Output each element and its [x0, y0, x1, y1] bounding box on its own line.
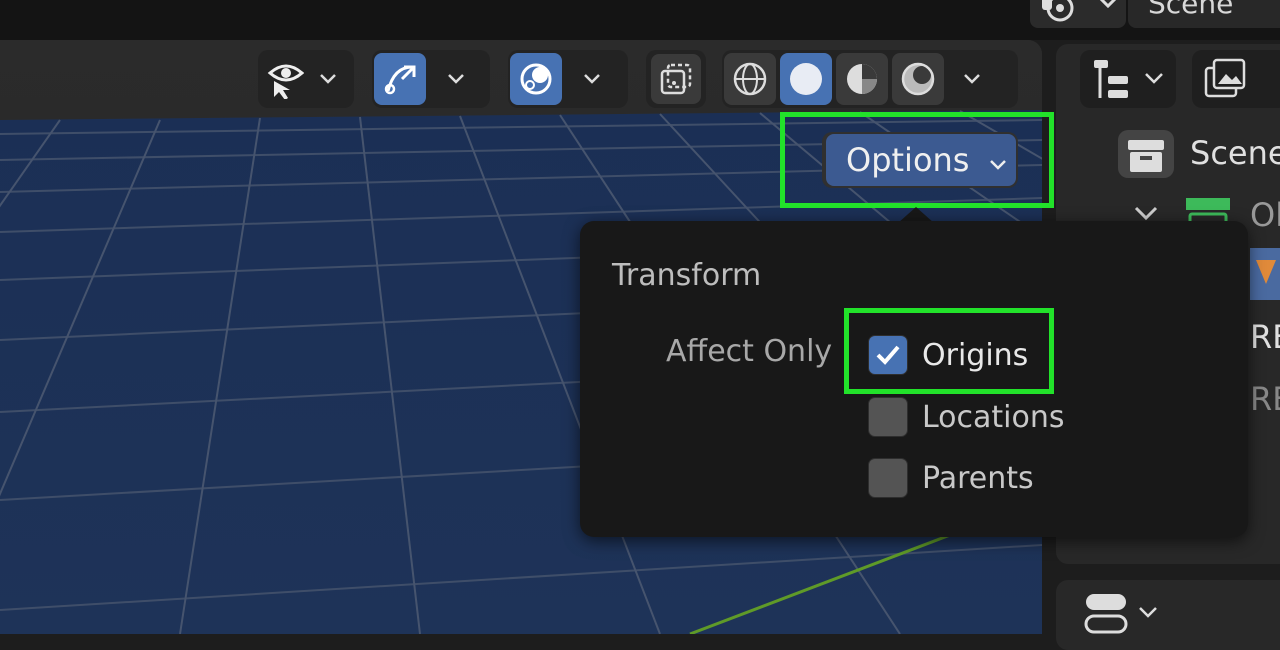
gizmo-icon[interactable]: [374, 53, 426, 105]
properties-editor-type-icon[interactable]: [1080, 588, 1176, 634]
shading-group[interactable]: [722, 50, 1018, 108]
outliner-filter[interactable]: [1192, 50, 1280, 108]
material-preview-icon[interactable]: [836, 53, 888, 105]
gizmo-group[interactable]: [372, 50, 490, 108]
image-stack-icon: [1204, 58, 1246, 98]
xray-toggle-icon[interactable]: [651, 54, 701, 104]
locations-label: Locations: [922, 399, 1065, 435]
solid-shading-icon[interactable]: [780, 53, 832, 105]
rendered-shading-icon[interactable]: [892, 53, 944, 105]
affect-locations-option[interactable]: Locations: [868, 396, 1065, 438]
visibility-selectability-group[interactable]: [258, 50, 354, 108]
transform-section-title: Transform: [612, 258, 762, 293]
affect-only-label: Affect Only: [666, 334, 833, 369]
outliner-hierarchy-icon: [1094, 60, 1163, 98]
visibility-eye-icon[interactable]: [258, 53, 310, 105]
affect-parents-option[interactable]: Parents: [868, 457, 1034, 499]
xray-group[interactable]: [646, 50, 706, 108]
chevron-down-icon[interactable]: [944, 53, 1000, 105]
outliner-row-partial: RE: [1250, 318, 1280, 356]
chevron-down-icon[interactable]: [562, 53, 622, 105]
parents-label: Parents: [922, 460, 1034, 496]
outliner-row-partial: RE: [1250, 380, 1280, 418]
scene-name-field[interactable]: Scene: [1128, 0, 1280, 28]
wireframe-shading-icon[interactable]: [724, 53, 776, 105]
scene-collection-icon: [1118, 130, 1174, 178]
outliner-selected-row[interactable]: [1250, 248, 1280, 300]
mesh-object-icon: [1256, 260, 1276, 284]
overlay-group[interactable]: [508, 50, 628, 108]
outliner-row-partial: Ol: [1250, 196, 1280, 234]
highlight-box-options: [780, 112, 1054, 208]
scene-name-text: Scene: [1148, 0, 1234, 20]
parents-checkbox[interactable]: [868, 458, 908, 498]
overlay-icon[interactable]: [510, 53, 562, 105]
locations-checkbox[interactable]: [868, 397, 908, 437]
outliner-scene-label: Scene: [1190, 134, 1280, 172]
scene-data-icon: [1042, 0, 1117, 22]
chevron-down-icon[interactable]: [310, 53, 346, 105]
highlight-box-origins: [844, 308, 1054, 394]
outliner-display-mode[interactable]: [1080, 50, 1176, 108]
chevron-down-icon[interactable]: [426, 53, 486, 105]
scene-selector[interactable]: [1030, 0, 1126, 28]
